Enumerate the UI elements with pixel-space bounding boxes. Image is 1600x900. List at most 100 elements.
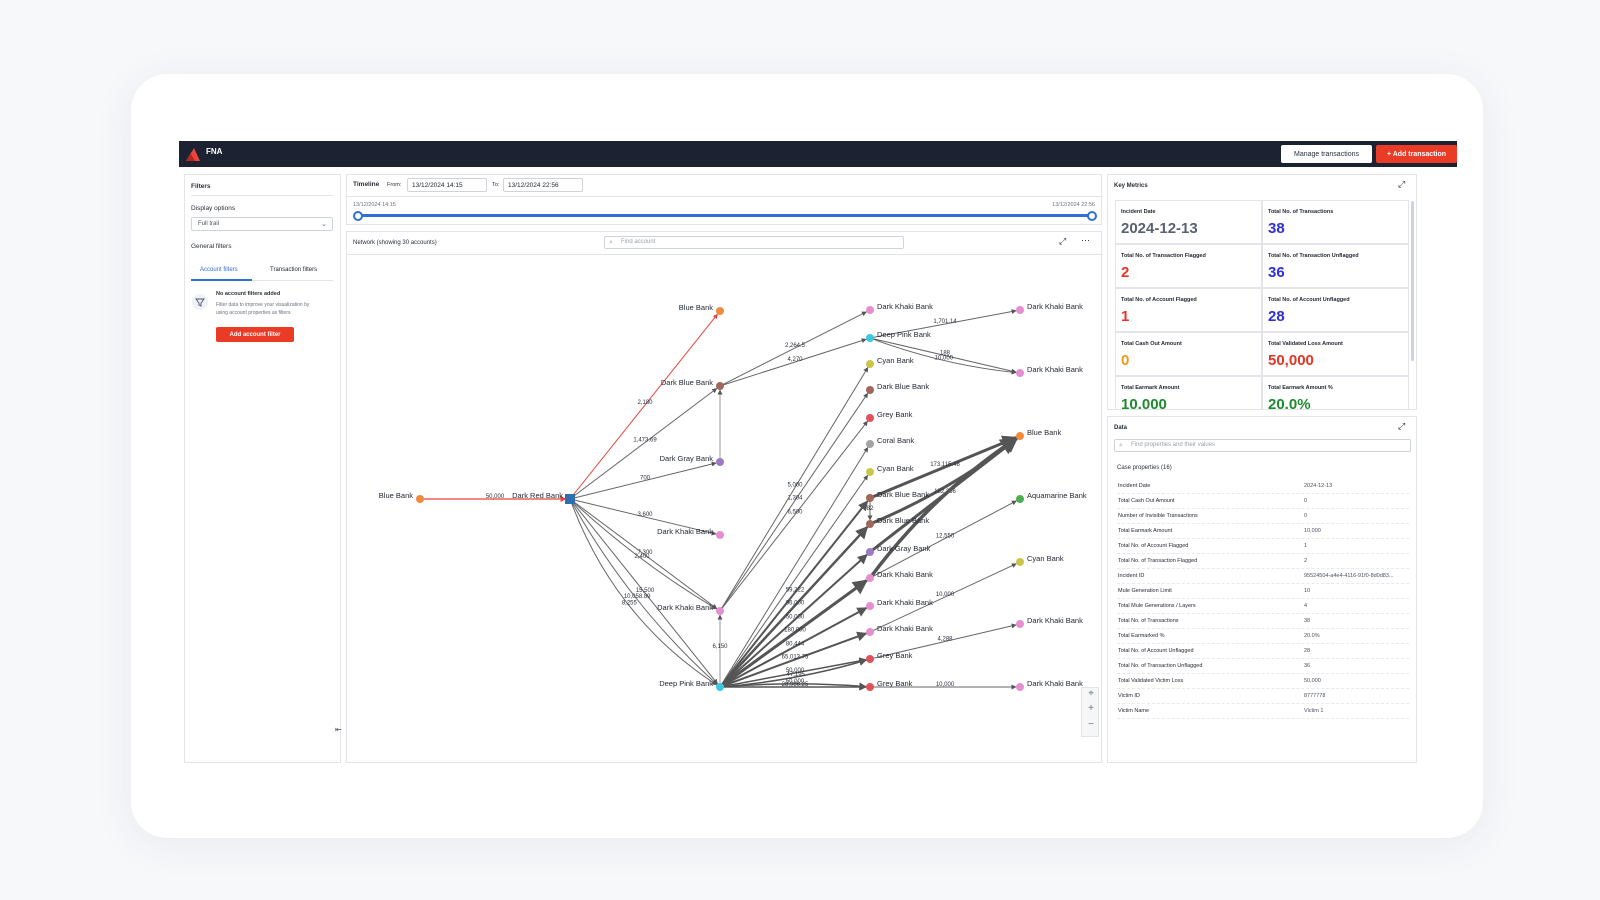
zoom-in-icon[interactable]: + xyxy=(1082,703,1100,714)
account-node[interactable]: Dark Khaki Bank xyxy=(866,598,933,610)
victim-account-icon[interactable] xyxy=(565,494,575,504)
edge-amount-label: 180,000 xyxy=(784,628,806,634)
account-node-dot[interactable] xyxy=(866,440,874,448)
scrollbar[interactable] xyxy=(1411,201,1414,361)
account-node-dot[interactable] xyxy=(866,386,874,394)
account-node[interactable]: Aquamarine Bank xyxy=(1016,491,1087,503)
account-node[interactable]: Dark Khaki Bank xyxy=(657,603,724,615)
account-node-dot[interactable] xyxy=(1016,495,1024,503)
tab-account-filters[interactable]: Account filters xyxy=(200,267,238,273)
account-node[interactable]: Cyan Bank xyxy=(1016,554,1064,566)
metric-card: Total No. of Transactions 38 xyxy=(1262,200,1409,244)
find-account-input[interactable]: ⌕ Find account xyxy=(604,236,904,249)
metric-card: Total Earmark Amount 10,000 xyxy=(1115,376,1262,409)
metric-value: 2024-12-13 xyxy=(1121,220,1198,237)
account-node-dot[interactable] xyxy=(866,520,874,528)
account-node[interactable]: Cyan Bank xyxy=(866,464,914,476)
account-node-dot[interactable] xyxy=(716,307,724,315)
account-node-dot[interactable] xyxy=(866,334,874,342)
display-options-select[interactable]: Full trail ⌄ xyxy=(191,217,333,231)
account-node[interactable]: Blue Bank xyxy=(679,303,724,315)
property-key: Incident Date xyxy=(1118,483,1151,489)
account-node[interactable]: Dark Khaki Bank xyxy=(657,527,724,539)
more-options-icon[interactable]: ⋯ xyxy=(1081,235,1090,246)
property-value: Victim 1 xyxy=(1304,708,1324,714)
transaction-edge[interactable] xyxy=(719,420,868,612)
account-node-dot[interactable] xyxy=(1016,369,1024,377)
transaction-edge[interactable] xyxy=(719,392,869,612)
transaction-edge[interactable] xyxy=(569,313,718,500)
account-node-dot[interactable] xyxy=(866,628,874,636)
to-date-input[interactable]: 13/12/2024 22:56 xyxy=(503,178,583,192)
account-node-dot[interactable] xyxy=(866,494,874,502)
account-node[interactable]: Dark Khaki Bank xyxy=(1016,679,1083,691)
account-node[interactable]: Dark Blue Bank xyxy=(661,378,724,390)
account-node[interactable]: Blue Bank xyxy=(379,491,424,503)
property-row: Total No. of Account Unflagged 28 xyxy=(1117,644,1409,659)
account-node-dot[interactable] xyxy=(1016,683,1024,691)
timeline-end-handle[interactable] xyxy=(1087,211,1097,221)
property-row: Victim Name Victim 1 xyxy=(1117,704,1409,719)
account-node[interactable]: Dark Khaki Bank xyxy=(1016,616,1083,628)
property-value: 0 xyxy=(1304,498,1308,504)
account-node[interactable]: Dark Khaki Bank xyxy=(1016,365,1083,377)
account-node[interactable]: Coral Bank xyxy=(866,436,914,448)
account-node[interactable]: Dark Khaki Bank xyxy=(866,302,933,314)
add-account-filter-button[interactable]: Add account filter xyxy=(216,327,294,342)
account-node-dot[interactable] xyxy=(866,414,874,422)
key-metrics-panel: Key Metrics ⤢ Incident Date 2024-12-13 Tot… xyxy=(1107,174,1417,410)
account-label: Dark Khaki Bank xyxy=(877,598,933,607)
account-node-dot[interactable] xyxy=(416,495,424,503)
edge-amount-label: 4,288 xyxy=(937,637,953,643)
account-node[interactable]: Dark Khaki Bank xyxy=(1016,302,1083,314)
collapse-panel-icon[interactable]: ⇤ xyxy=(335,725,342,734)
account-node-dot[interactable] xyxy=(866,360,874,368)
account-node-dot[interactable] xyxy=(866,655,874,663)
account-node-dot[interactable] xyxy=(866,683,874,691)
property-value: 1 xyxy=(1304,543,1308,549)
expand-icon[interactable]: ⤢ xyxy=(1398,421,1405,432)
account-node[interactable]: Dark Khaki Bank xyxy=(866,570,933,582)
find-properties-input[interactable]: ⌕ Find properties and their values xyxy=(1114,439,1411,452)
account-node[interactable]: Deep Pink Bank xyxy=(659,679,724,691)
add-transaction-button[interactable]: + Add transaction xyxy=(1376,145,1457,163)
account-node[interactable]: Blue Bank xyxy=(1016,428,1061,440)
account-node-dot[interactable] xyxy=(866,574,874,582)
property-key: Incident ID xyxy=(1118,573,1145,579)
network-graph[interactable]: 50,0002,1801,473.697003,6007,3002,40015,… xyxy=(347,254,1103,764)
account-node-dot[interactable] xyxy=(716,683,724,691)
tab-transaction-filters[interactable]: Transaction filters xyxy=(270,267,317,273)
edge-amount-label: 173,115.48 xyxy=(930,462,960,468)
account-node-dot[interactable] xyxy=(1016,306,1024,314)
manage-transactions-button[interactable]: Manage transactions xyxy=(1281,145,1372,163)
account-node[interactable]: Dark Gray Bank xyxy=(660,454,724,466)
property-value: 95524504-a4e4-4116-91f0-8d0d83... xyxy=(1304,573,1394,579)
account-node-dot[interactable] xyxy=(716,458,724,466)
zoom-out-icon[interactable]: − xyxy=(1082,719,1100,730)
account-node[interactable]: Dark Khaki Bank xyxy=(866,624,933,636)
account-node-dot[interactable] xyxy=(866,468,874,476)
transaction-edge[interactable] xyxy=(868,436,1019,580)
from-date-input[interactable]: 13/12/2024 14:15 xyxy=(407,178,487,192)
account-node-dot[interactable] xyxy=(716,607,724,615)
property-key: Total Earmarked % xyxy=(1118,633,1165,639)
account-node-dot[interactable] xyxy=(716,382,724,390)
timeline-slider-track[interactable] xyxy=(357,214,1093,217)
account-node-dot[interactable] xyxy=(866,306,874,314)
account-node[interactable]: Grey Bank xyxy=(866,679,913,691)
recenter-icon[interactable]: ⌖ xyxy=(1082,688,1100,699)
account-node[interactable]: Grey Bank xyxy=(866,651,913,663)
expand-icon[interactable]: ⤢ xyxy=(1398,179,1405,190)
account-node[interactable]: Grey Bank xyxy=(866,410,913,422)
timeline-start-handle[interactable] xyxy=(353,211,363,221)
account-node-dot[interactable] xyxy=(1016,620,1024,628)
account-node-dot[interactable] xyxy=(866,548,874,556)
expand-icon[interactable]: ⤢ xyxy=(1059,236,1066,247)
account-node-dot[interactable] xyxy=(1016,432,1024,440)
account-node[interactable]: Dark Blue Bank xyxy=(866,382,929,394)
account-node[interactable]: Dark Red Bank xyxy=(512,491,575,504)
account-node-dot[interactable] xyxy=(866,602,874,610)
account-node[interactable]: Cyan Bank xyxy=(866,356,914,368)
account-node-dot[interactable] xyxy=(716,531,724,539)
account-node-dot[interactable] xyxy=(1016,558,1024,566)
